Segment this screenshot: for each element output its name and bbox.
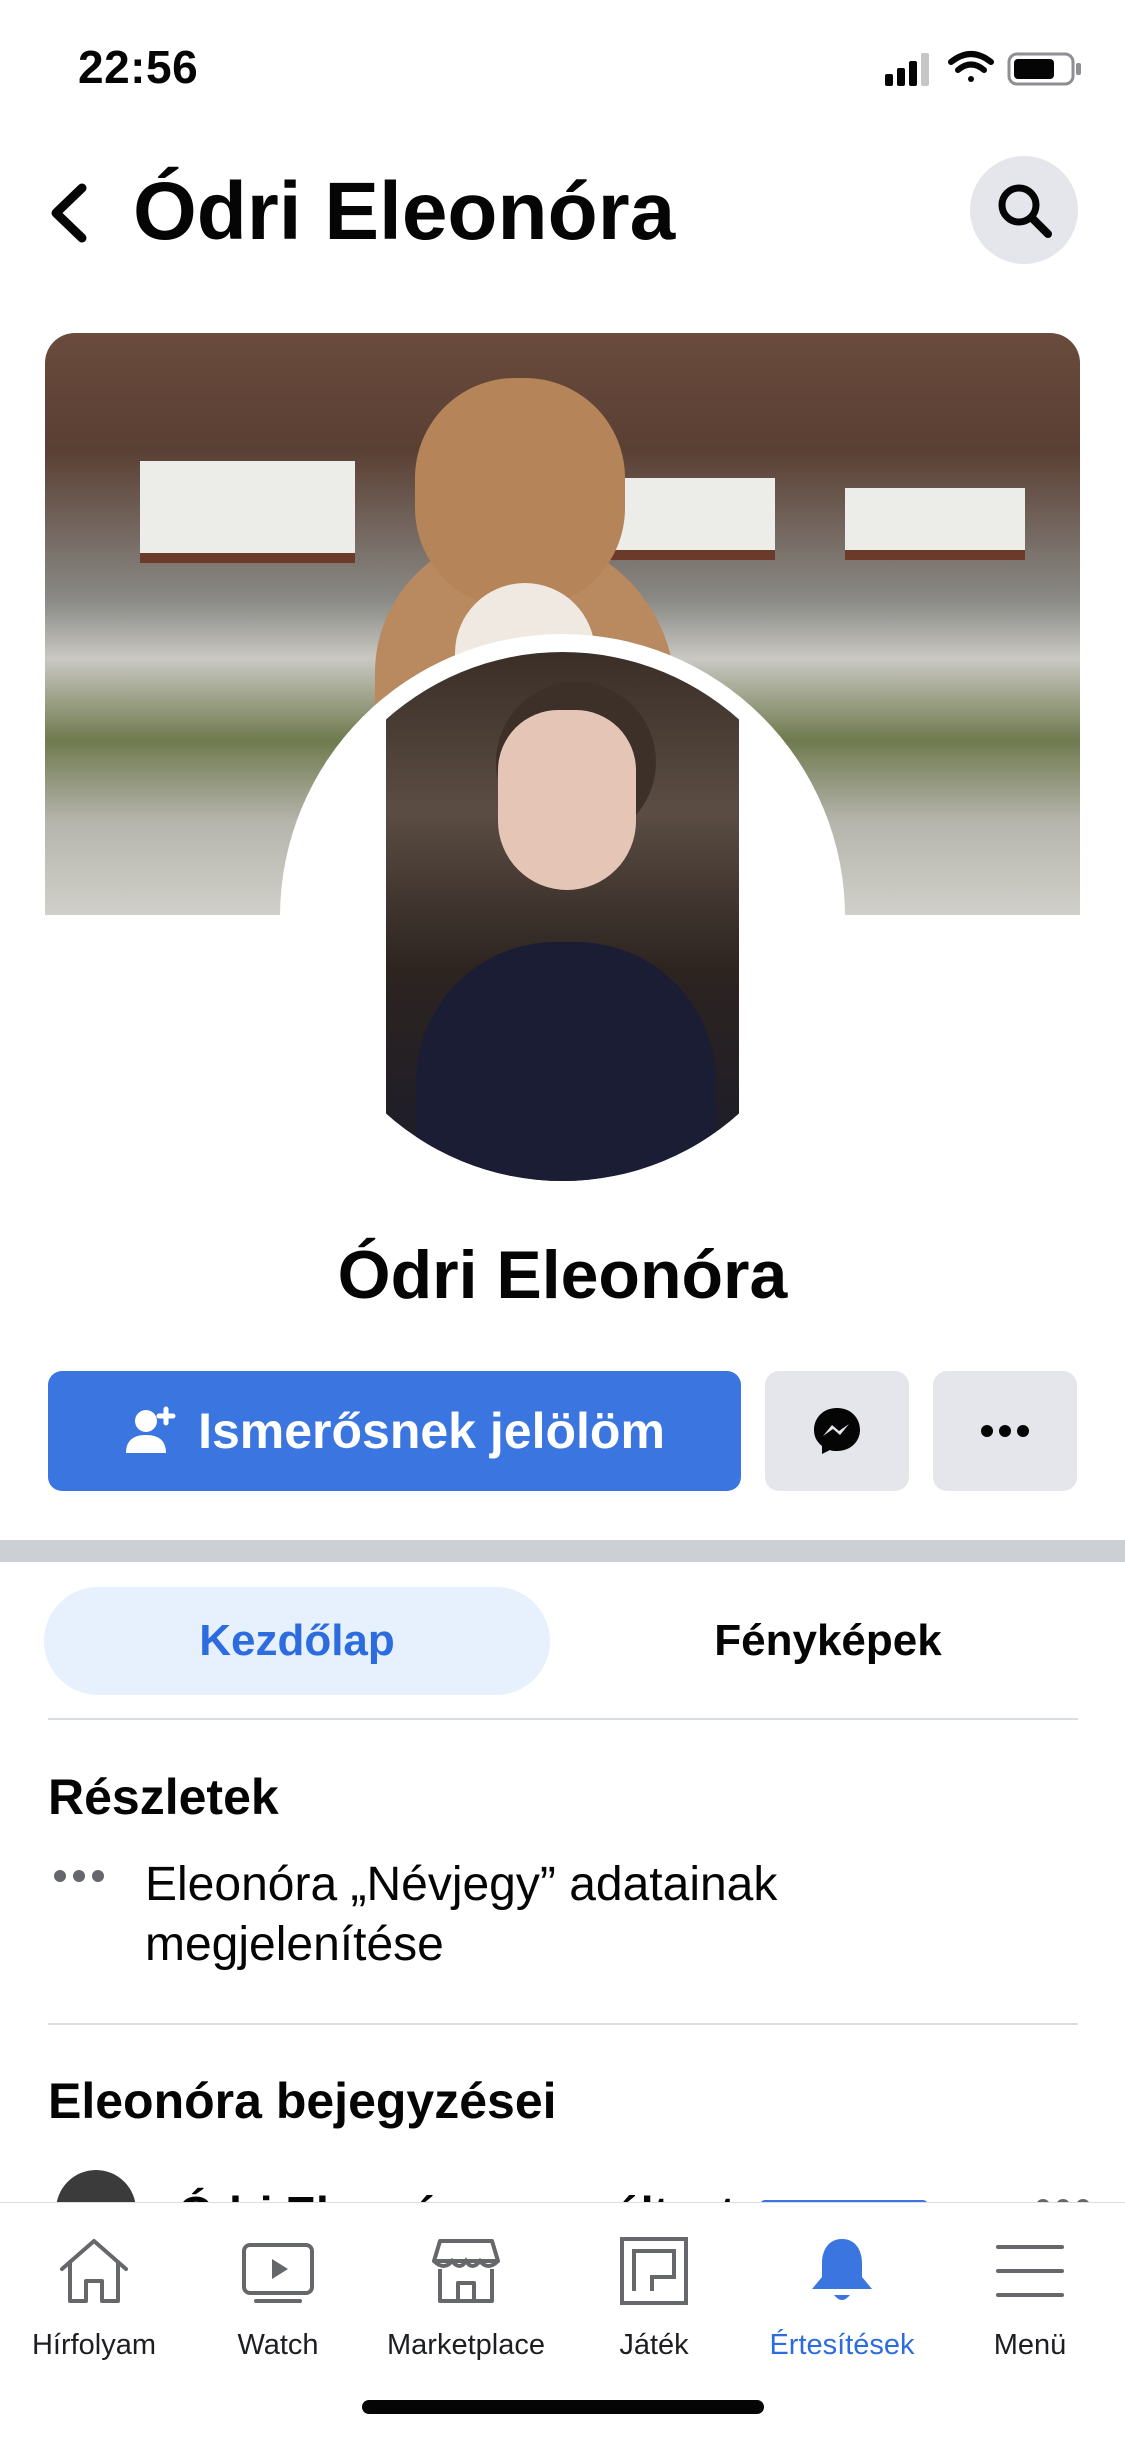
tabbar-item-watch[interactable]: Watch: [184, 2229, 372, 2362]
more-dots-icon: [54, 1870, 104, 1882]
about-link[interactable]: Eleonóra „Névjegy” adatainak megjeleníté…: [145, 1855, 1045, 1975]
tabbar-label-watch: Watch: [237, 2329, 319, 2361]
tabbar-item-marketplace[interactable]: Marketplace: [372, 2229, 560, 2362]
messenger-icon: [814, 1408, 860, 1454]
messenger-button[interactable]: [765, 1371, 909, 1491]
battery-icon: [1007, 52, 1081, 86]
profile-name: Ódri Eleonóra: [337, 1237, 788, 1313]
status-icons: [885, 51, 1081, 86]
posts-title: Eleonóra bejegyzései: [48, 2073, 557, 2129]
menu-icon: [996, 2245, 1064, 2297]
search-button[interactable]: [970, 156, 1078, 264]
back-button[interactable]: [44, 178, 94, 248]
tabbar-label-feed: Hírfolyam: [31, 2329, 157, 2361]
status-time: 22:56: [78, 41, 199, 93]
profile-avatar[interactable]: [298, 652, 827, 1181]
home-icon: [60, 2239, 128, 2303]
about-link-line2: megjelenítése: [145, 1918, 444, 1971]
tabbar-label-marketplace: Marketplace: [387, 2329, 545, 2361]
tab-photos[interactable]: Fényképek: [578, 1587, 1078, 1695]
tabbar-item-gaming[interactable]: Játék: [560, 2229, 748, 2362]
about-link-line1: Eleonóra „Névjegy” adatainak: [145, 1858, 778, 1911]
more-dots-icon: [981, 1425, 1029, 1437]
gaming-icon: [620, 2237, 688, 2305]
add-friend-button[interactable]: Ismerősnek jelölöm: [48, 1371, 741, 1491]
tab-home[interactable]: Kezdőlap: [44, 1587, 550, 1695]
tabbar-label-gaming: Játék: [619, 2329, 689, 2361]
marketplace-icon: [432, 2239, 500, 2303]
tabbar-item-notifications[interactable]: Értesítések: [748, 2229, 936, 2362]
home-indicator: [362, 2400, 764, 2414]
divider: [48, 1718, 1078, 1720]
tabbar-item-feed[interactable]: Hírfolyam: [0, 2229, 188, 2362]
bell-icon: [812, 2239, 872, 2300]
tabbar-label-notifications: Értesítések: [769, 2329, 915, 2361]
chevron-left-icon: [51, 183, 87, 243]
divider: [48, 2023, 1078, 2025]
tabbar-item-menu[interactable]: Menü: [936, 2229, 1124, 2362]
tabbar-label-menu: Menü: [993, 2329, 1067, 2361]
watch-icon: [242, 2243, 314, 2303]
add-friend-icon: [126, 1406, 176, 1453]
more-button[interactable]: [933, 1371, 1077, 1491]
search-icon: [998, 184, 1052, 238]
page-title: Ódri Eleonóra: [133, 166, 676, 257]
signal-icon: [885, 53, 929, 86]
section-divider: [0, 1540, 1125, 1562]
add-friend-label: Ismerősnek jelölöm: [198, 1403, 665, 1459]
details-title: Részletek: [48, 1769, 279, 1825]
wifi-icon: [948, 51, 994, 82]
